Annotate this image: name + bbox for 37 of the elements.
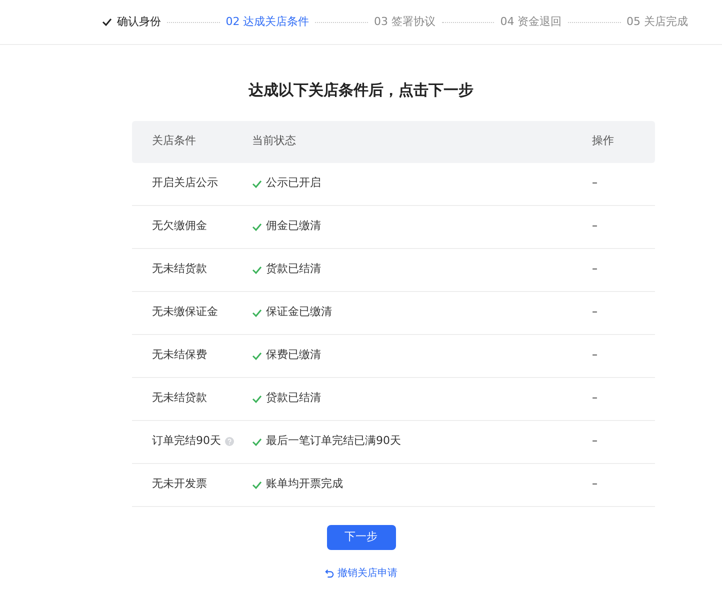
table-cell: – (592, 305, 598, 318)
table-cell-text: 保证金已缴清 (266, 304, 332, 320)
table-cell: – (592, 219, 598, 232)
step-label: 确认身份 (117, 14, 161, 30)
table-cell-text: 无未结货款 (152, 261, 207, 278)
table-cell-text: 无未结贷款 (152, 390, 207, 406)
table-cell-text: 无欠缴佣金 (152, 218, 207, 234)
column-header: 操作 (592, 133, 615, 150)
table-cell-text: 账单均开票完成 (266, 476, 343, 492)
table-cell-text: 佣金已缴清 (266, 218, 321, 234)
step-label: 02 达成关店条件 (226, 14, 310, 30)
table-cell-text: 贷款已结清 (266, 390, 321, 406)
table-cell-text: 无未结保费 (152, 347, 207, 364)
table-cell-text: 公示已开启 (266, 175, 321, 192)
table-cell-text: 保费已缴清 (266, 347, 321, 364)
undo-icon (324, 568, 334, 578)
help-icon[interactable] (225, 437, 234, 446)
step-label: 05 关店完成 (626, 14, 688, 30)
table-cell: – (592, 262, 598, 276)
table-cell: – (592, 348, 598, 362)
table-cell-text: 开启关店公示 (152, 175, 218, 192)
page-title: 达成以下关店条件后，点击下一步 (248, 80, 474, 101)
step-label: 04 资金退回 (500, 14, 562, 30)
table-cell-text: 最后一笔订单完结已满90天 (266, 433, 401, 450)
undo-link[interactable]: 撤销关店申请 (324, 566, 398, 580)
table-cell-text: 货款已结清 (266, 261, 321, 278)
table-cell: – (592, 391, 598, 404)
table-cell: – (592, 434, 598, 448)
column-header: 当前状态 (252, 133, 297, 150)
next-button[interactable]: 下一步 (326, 524, 396, 550)
table-cell-text: 无未开发票 (152, 476, 207, 492)
step-label: 03 签署协议 (374, 14, 436, 30)
table-cell: – (592, 477, 598, 490)
column-header: 关店条件 (151, 133, 197, 150)
table-cell-text: 无未缴保证金 (152, 304, 218, 320)
table-cell-text: 订单完结90天 (152, 433, 221, 450)
table-cell: – (592, 176, 598, 190)
